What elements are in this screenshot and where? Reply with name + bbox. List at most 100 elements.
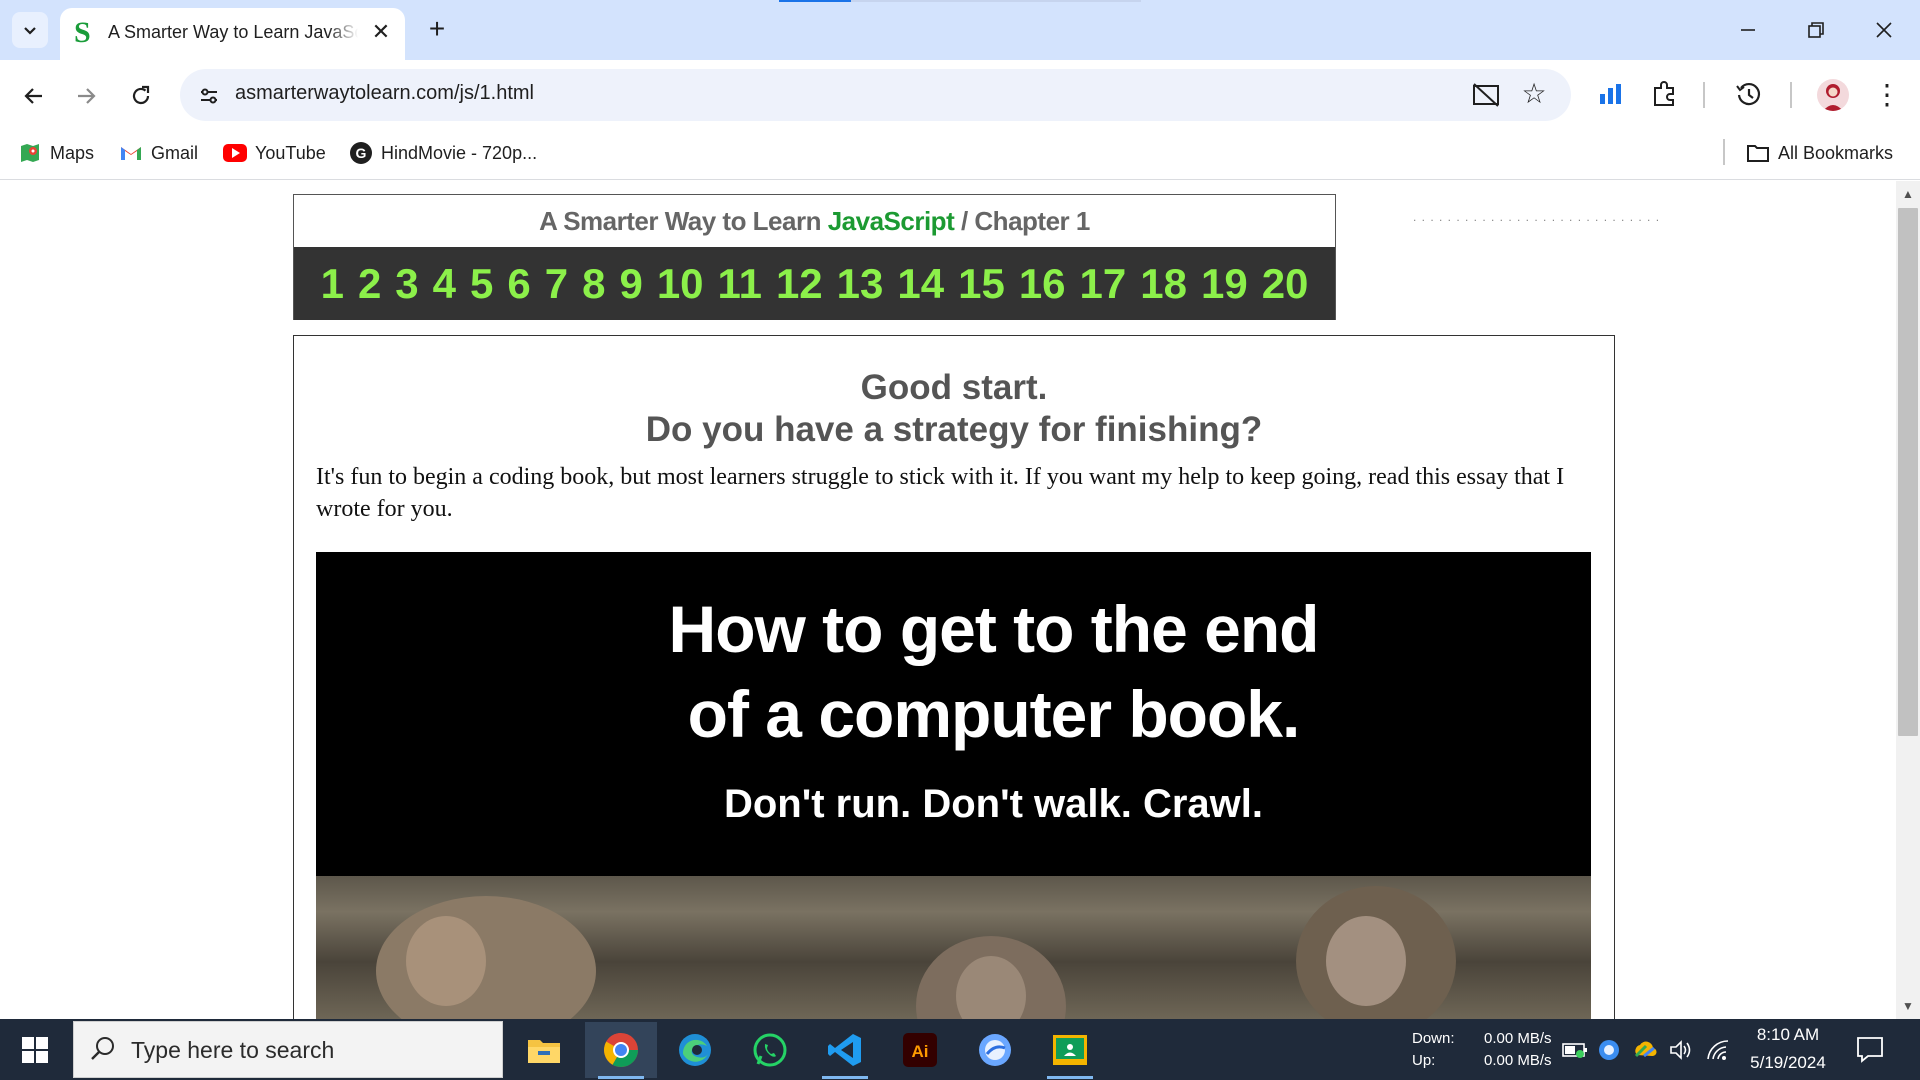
chrome-running-indicator: [598, 1076, 644, 1079]
chapter-link-12[interactable]: 12: [769, 247, 830, 320]
all-bookmarks-button[interactable]: All Bookmarks: [1746, 138, 1893, 168]
chapter-link-8[interactable]: 8: [575, 247, 612, 320]
gmail-icon: [119, 141, 143, 165]
scroll-up-arrow-icon[interactable]: ▲: [1896, 183, 1920, 205]
arrow-right-icon: [78, 88, 96, 104]
whatsapp-icon: [753, 1033, 787, 1067]
chapter-label: / Chapter 1: [954, 206, 1090, 236]
battery-icon[interactable]: [1562, 1037, 1588, 1063]
chapter-link-20[interactable]: 20: [1255, 247, 1316, 320]
bookmark-gmail[interactable]: Gmail: [119, 138, 198, 168]
taskbar-edge[interactable]: [659, 1022, 731, 1078]
profile-avatar[interactable]: [1817, 79, 1849, 111]
good-start-heading: Good start.: [860, 368, 1048, 407]
reload-button[interactable]: [121, 76, 161, 116]
taskbar-chrome[interactable]: [585, 1022, 657, 1078]
bookmark-star-icon[interactable]: ☆: [1518, 78, 1550, 110]
window-restore-button[interactable]: [1788, 10, 1844, 50]
forward-button[interactable]: [66, 76, 106, 116]
start-button[interactable]: [0, 1019, 70, 1080]
chapter-link-14[interactable]: 14: [890, 247, 951, 320]
toolbar-divider: [1703, 82, 1705, 108]
search-placeholder: Type here to search: [131, 1037, 335, 1063]
back-button[interactable]: [14, 76, 54, 116]
taskbar-classroom[interactable]: [1034, 1022, 1106, 1078]
onedrive-blue-icon[interactable]: [1596, 1037, 1622, 1063]
file-explorer-icon: [528, 1040, 560, 1063]
chapter-link-19[interactable]: 19: [1194, 247, 1255, 320]
bookmark-maps[interactable]: Maps: [18, 138, 94, 168]
essay-promo-image[interactable]: How to get to the end of a computer book…: [316, 552, 1591, 1019]
taskbar-file-explorer[interactable]: [508, 1022, 580, 1078]
window-close-button[interactable]: [1856, 10, 1912, 50]
chapter-link-2[interactable]: 2: [351, 247, 388, 320]
chapter-navigation-box: A Smarter Way to Learn JavaScript / Chap…: [293, 194, 1336, 320]
search-icon: [88, 1034, 118, 1064]
drive-sync-icon[interactable]: [1632, 1037, 1658, 1063]
chapter-link-9[interactable]: 9: [612, 247, 649, 320]
site-info-button[interactable]: [192, 79, 226, 113]
browser-tab-active[interactable]: S A Smarter Way to Learn JavaScript ✕: [60, 8, 405, 60]
chapter-link-11[interactable]: 11: [711, 247, 769, 320]
chapter-link-6[interactable]: 6: [500, 247, 537, 320]
strategy-heading: Do you have a strategy for finishing?: [645, 410, 1263, 449]
clock-date[interactable]: 5/19/2024: [1738, 1053, 1838, 1073]
chapter-link-17[interactable]: 17: [1073, 247, 1134, 320]
bookmark-youtube[interactable]: YouTube: [223, 138, 326, 168]
chapter-link-18[interactable]: 18: [1133, 247, 1194, 320]
chapter-link-15[interactable]: 15: [951, 247, 1012, 320]
tab-loading-indicator: [779, 0, 851, 2]
chapter-link-4[interactable]: 4: [426, 247, 463, 320]
bookmark-label: Maps: [50, 142, 95, 163]
taskbar-whatsapp[interactable]: [734, 1022, 806, 1078]
new-tab-button[interactable]: +: [420, 14, 454, 48]
svg-text:Ai: Ai: [912, 1042, 929, 1061]
history-icon[interactable]: [1732, 78, 1766, 112]
all-bookmarks-label: All Bookmarks: [1778, 142, 1894, 163]
chapter-link-3[interactable]: 3: [388, 247, 425, 320]
site-favicon-icon: S: [74, 16, 91, 49]
chapter-link-1[interactable]: 1: [314, 247, 351, 320]
more-menu-icon[interactable]: ⋮: [1872, 78, 1902, 112]
maps-icon: [18, 141, 42, 165]
toolbar-divider: [1790, 82, 1792, 108]
notification-center-icon[interactable]: [1854, 1034, 1886, 1064]
chapter-link-5[interactable]: 5: [463, 247, 500, 320]
extension-chart-icon[interactable]: [1595, 80, 1627, 110]
clock-time[interactable]: 8:10 AM: [1738, 1025, 1838, 1045]
taskbar-browser-app[interactable]: [959, 1022, 1031, 1078]
promo-subtitle: Don't run. Don't walk. Crawl.: [723, 782, 1264, 826]
tab-search-button[interactable]: [12, 12, 48, 48]
minimize-icon: [1741, 29, 1755, 31]
chapter-link-13[interactable]: 13: [830, 247, 891, 320]
chapter-link-7[interactable]: 7: [538, 247, 575, 320]
mud-crawl-photo: [316, 876, 1591, 1019]
chrome-icon: [604, 1033, 638, 1067]
extensions-puzzle-icon[interactable]: [1648, 78, 1680, 110]
windows-logo-icon: [22, 1036, 48, 1063]
tune-icon: [201, 88, 217, 104]
chapter-link-16[interactable]: 16: [1012, 247, 1073, 320]
bookmarks-divider: [1723, 139, 1725, 165]
crawler-face: [406, 916, 486, 1006]
scrollbar-thumb[interactable]: [1898, 208, 1918, 736]
promo-title-line2: of a computer book.: [687, 677, 1301, 751]
g-icon: G: [349, 141, 373, 165]
scroll-down-arrow-icon[interactable]: ▼: [1896, 995, 1920, 1017]
url-text[interactable]: asmarterwaytolearn.com/js/1.html: [235, 82, 534, 105]
taskbar-illustrator[interactable]: Ai: [884, 1022, 956, 1078]
taskbar-vscode[interactable]: [809, 1022, 881, 1078]
edge-icon: [679, 1034, 711, 1066]
chapter-links: 1 2 3 4 5 6 7 8 9 10 11 12 13 14 15 16 17 18 19 20: [294, 247, 1335, 320]
bookmark-hindmovie[interactable]: G HindMovie - 720p...: [349, 138, 537, 168]
svg-text:G: G: [356, 145, 367, 161]
wifi-icon[interactable]: [1705, 1037, 1731, 1063]
chapter-link-10[interactable]: 10: [650, 247, 711, 320]
network-down-label: Down:: [1412, 1030, 1455, 1047]
window-minimize-button[interactable]: [1720, 10, 1776, 50]
cast-blocked-icon[interactable]: [1470, 80, 1502, 110]
volume-icon[interactable]: [1668, 1037, 1694, 1063]
folder-icon: [1746, 141, 1770, 165]
tab-close-icon[interactable]: ✕: [367, 18, 395, 46]
arrow-left-icon: [24, 88, 42, 104]
